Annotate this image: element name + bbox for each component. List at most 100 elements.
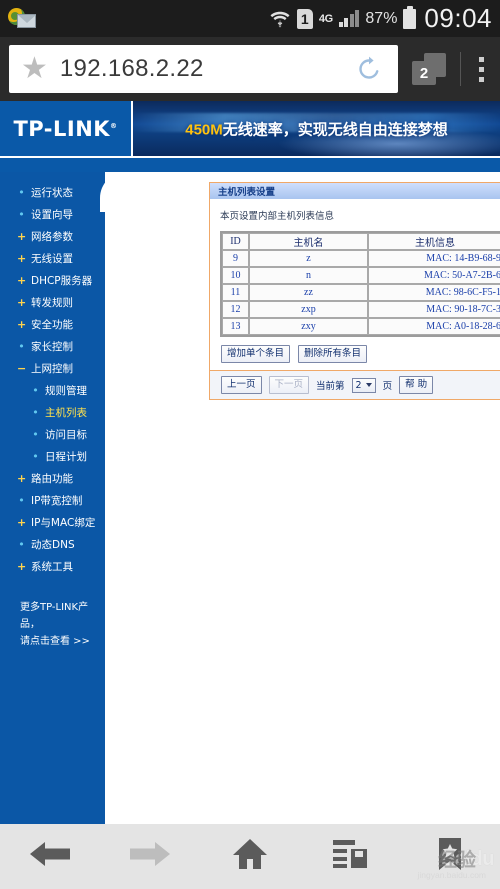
sidebar-promo[interactable]: 更多TP-LINK产品， 请点击查看 >> (0, 599, 105, 650)
bullet-dot-icon: • (18, 537, 25, 551)
panel-title: 主机列表设置 (210, 182, 500, 199)
add-entry-button[interactable]: 增加单个条目 (221, 345, 291, 363)
tab-switcher-button[interactable]: 2 (412, 53, 446, 85)
bullet-dot-icon: • (18, 493, 25, 507)
table-row[interactable]: 11 zz MAC: 98-6C-F5-1 (222, 284, 500, 301)
sidebar-item-label: 动态DNS (31, 538, 75, 551)
battery-icon (403, 5, 417, 29)
sidebar-item-5[interactable]: + 转发规则 (0, 291, 105, 313)
url-bar[interactable]: ★ 192.168.2.22 (9, 45, 398, 93)
expand-plus-icon: + (17, 251, 27, 265)
table-row[interactable]: 13 zxy MAC: A0-18-28-6 (222, 318, 500, 335)
expand-plus-icon: + (17, 559, 27, 573)
cell-id: 10 (222, 267, 249, 284)
sidebar-item-15[interactable]: + IP与MAC绑定 (0, 511, 105, 533)
mail-notification-icon (8, 7, 38, 30)
chevron-down-icon (365, 383, 372, 387)
sidebar-item-3[interactable]: + 无线设置 (0, 247, 105, 269)
bullet-dot-icon: • (32, 427, 39, 441)
forward-button (100, 837, 200, 876)
reload-icon[interactable] (354, 54, 384, 84)
banner-underbar (0, 158, 500, 172)
expand-plus-icon: + (17, 229, 27, 243)
url-input[interactable]: 192.168.2.22 (60, 55, 354, 83)
tab-count-label: 2 (412, 61, 436, 85)
bullet-dot-icon: • (18, 339, 25, 353)
sidebar-item-16[interactable]: • 动态DNS (0, 533, 105, 555)
table-row[interactable]: 9 z MAC: 14-B9-68-9 (222, 250, 500, 267)
next-page-button: 下一页 (268, 376, 310, 394)
sidebar-item-10[interactable]: • 主机列表 (0, 401, 105, 423)
column-header-id: ID (222, 233, 249, 250)
expand-plus-icon: + (17, 273, 27, 287)
page-select[interactable]: 2 (351, 377, 376, 393)
sidebar-item-6[interactable]: + 安全功能 (0, 313, 105, 335)
table-row[interactable]: 10 n MAC: 50-A7-2B-6 (222, 267, 500, 284)
cell-info: MAC: A0-18-28-6 (368, 318, 500, 335)
expand-plus-icon: + (17, 295, 27, 309)
sidebar-item-2[interactable]: + 网络参数 (0, 225, 105, 247)
back-button[interactable] (0, 837, 100, 876)
sidebar-item-7[interactable]: • 家长控制 (0, 335, 105, 357)
sidebar-item-label: 设置向导 (31, 208, 73, 221)
sidebar-item-11[interactable]: • 访问目标 (0, 423, 105, 445)
table-row[interactable]: 12 zxp MAC: 90-18-7C-3 (222, 301, 500, 318)
bullet-dot-icon: • (32, 383, 39, 397)
overflow-menu-icon[interactable] (471, 56, 491, 82)
status-bar-notifications (8, 7, 38, 30)
sidebar-item-label: IP带宽控制 (31, 494, 83, 507)
bookmark-star-icon[interactable]: ★ (21, 54, 48, 84)
sidebar-item-1[interactable]: • 设置向导 (0, 203, 105, 225)
sidebar-item-label: 无线设置 (31, 252, 73, 265)
prev-page-button[interactable]: 上一页 (221, 376, 262, 394)
sidebar-item-label: 转发规则 (31, 296, 73, 309)
bullet-dot-icon: • (18, 207, 25, 221)
sidebar-item-12[interactable]: • 日程计划 (0, 445, 105, 467)
banner-tagline-rest: 无线速率，实现无线自由连接梦想 (222, 121, 448, 138)
brand-label: TP-LINK (13, 116, 111, 141)
expand-plus-icon: + (17, 515, 27, 529)
home-button[interactable] (200, 836, 300, 877)
bullet-dot-icon: • (32, 449, 39, 463)
current-page-label: 当前第 (316, 381, 345, 392)
sidebar-item-label: 规则管理 (45, 384, 87, 397)
sidebar-item-14[interactable]: • IP带宽控制 (0, 489, 105, 511)
table-header-row: ID 主机名 主机信息 (222, 233, 500, 250)
saved-pages-icon (331, 837, 369, 876)
help-button[interactable]: 帮 助 (399, 376, 434, 394)
cell-info: MAC: 50-A7-2B-6 (368, 267, 500, 284)
expand-plus-icon: + (17, 317, 27, 331)
page-unit-label: 页 (382, 381, 393, 392)
sidebar-item-label: 家长控制 (31, 340, 73, 353)
sidebar-item-label: 访问目标 (45, 428, 87, 441)
sidebar-item-label: DHCP服务器 (31, 274, 93, 287)
sidebar-item-13[interactable]: + 路由功能 (0, 467, 105, 489)
cell-name: z (249, 250, 368, 267)
sidebar-item-8[interactable]: − 上网控制 (0, 357, 105, 379)
phone-screen: 1 4G 87% 09:04 ★ 192.168.2.22 2 TP-LINK®… (0, 0, 500, 889)
sidebar-item-label: 系统工具 (31, 560, 73, 573)
wifi-icon (269, 9, 291, 29)
sidebar-item-4[interactable]: + DHCP服务器 (0, 269, 105, 291)
battery-percent-label: 87% (365, 9, 398, 27)
home-icon (230, 836, 270, 877)
host-list-table: ID 主机名 主机信息 9 z MAC: 14-B9-68-9 10 n MAC: 50-… (220, 231, 500, 337)
sidebar-item-label: 安全功能 (31, 318, 73, 331)
sidebar-item-17[interactable]: + 系统工具 (0, 555, 105, 577)
sidebar-item-label: IP与MAC绑定 (31, 516, 96, 529)
panel-action-buttons: 增加单个条目 删除所有条目 (220, 337, 500, 370)
page-select-value: 2 (355, 379, 362, 391)
router-page-body: • 运行状态 • 设置向导 + 网络参数 + 无线设置 + DHCP服务器 + 转发规则 + 安全功能 • 家… (0, 172, 500, 824)
content-rounded-corner (100, 172, 140, 212)
banner-artwork: 450M无线速率，实现无线自由连接梦想 (133, 101, 500, 158)
cell-name: zz (249, 284, 368, 301)
back-arrow-icon (28, 837, 72, 876)
column-header-info: 主机信息 (368, 233, 500, 250)
delete-all-button[interactable]: 删除所有条目 (298, 345, 368, 363)
sidebar-item-0[interactable]: • 运行状态 (0, 181, 105, 203)
bullet-dot-icon: • (32, 405, 39, 419)
banner-tagline: 450M无线速率，实现无线自由连接梦想 (185, 118, 448, 139)
sidebar-item-9[interactable]: • 规则管理 (0, 379, 105, 401)
sidebar-item-label: 主机列表 (45, 406, 87, 419)
sidebar-promo-line2: 请点击查看 >> (20, 636, 90, 647)
